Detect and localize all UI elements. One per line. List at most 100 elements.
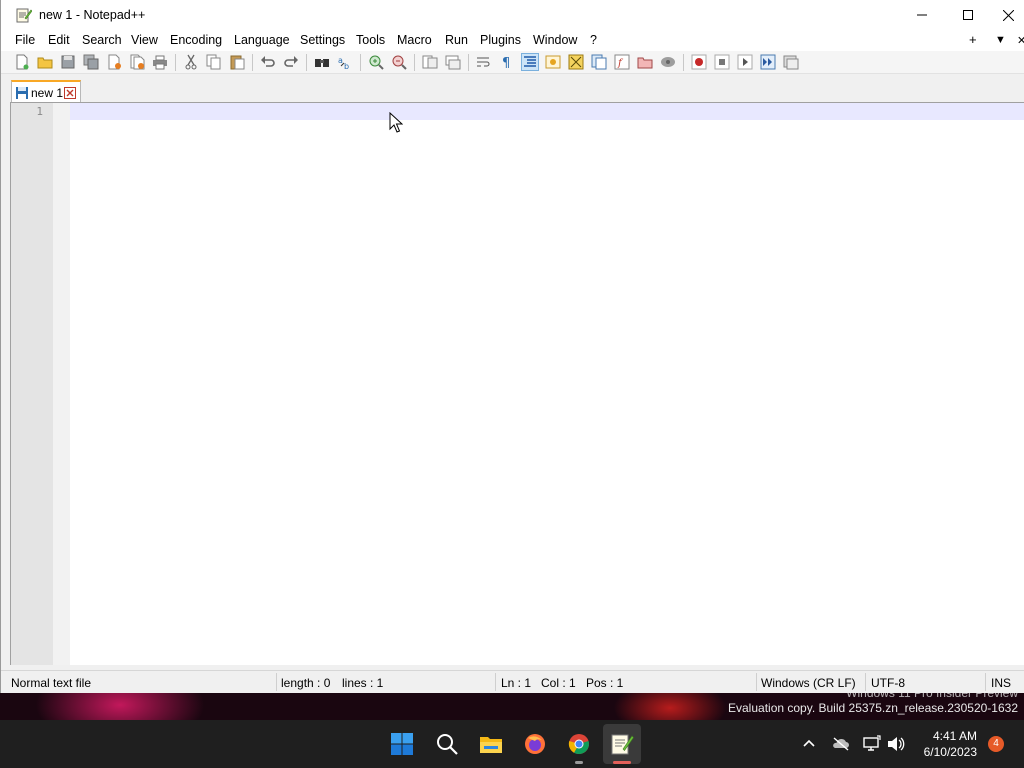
new-tab-plus-icon[interactable]: + (969, 32, 977, 47)
minimize-icon (917, 14, 927, 16)
undo-icon[interactable] (260, 54, 276, 70)
menu-plugins[interactable]: Plugins (480, 33, 521, 47)
notepadpp-taskbar-icon[interactable] (610, 732, 634, 756)
onedrive-offline-icon[interactable] (831, 734, 851, 754)
taskbar-clock[interactable]: 4:41 AM 6/10/2023 (924, 728, 977, 760)
redo-icon[interactable] (283, 54, 299, 70)
status-separator (985, 673, 986, 691)
line-number-gutter: 1 (11, 103, 70, 665)
status-file-type: Normal text file (11, 676, 92, 690)
close-window-button[interactable] (991, 0, 1024, 30)
menu-help[interactable]: ? (590, 33, 597, 47)
menu-settings[interactable]: Settings (300, 33, 345, 47)
playback-macro-icon[interactable] (737, 54, 753, 70)
network-icon[interactable] (862, 734, 882, 754)
menu-run[interactable]: Run (445, 33, 468, 47)
file-explorer-icon[interactable] (479, 732, 503, 756)
status-insert-mode[interactable]: INS (991, 676, 1011, 690)
minimize-button[interactable] (899, 0, 945, 30)
new-file-icon[interactable] (14, 54, 30, 70)
folder-as-workspace-icon[interactable] (637, 54, 653, 70)
menu-search[interactable]: Search (82, 33, 122, 47)
toolbar-separator (306, 54, 307, 71)
chrome-icon[interactable] (567, 732, 591, 756)
close-tab-x-icon[interactable]: ✕ (1017, 34, 1024, 47)
status-separator (756, 673, 757, 691)
paste-icon[interactable] (229, 54, 245, 70)
menu-view[interactable]: View (131, 33, 158, 47)
watermark-build: Evaluation copy. Build 25375.zn_release.… (728, 701, 1018, 715)
zoom-out-icon[interactable] (391, 54, 407, 70)
sync-vertical-icon[interactable] (422, 54, 438, 70)
status-bar: Normal text file length : 0 lines : 1 Ln… (1, 670, 1024, 693)
save-all-icon[interactable] (83, 54, 99, 70)
search-icon[interactable] (435, 732, 459, 756)
chevron-up-icon[interactable] (799, 734, 819, 754)
monitoring-icon[interactable] (660, 54, 676, 70)
start-windows-icon[interactable] (390, 732, 414, 756)
toolbar-separator (683, 54, 684, 71)
menu-file[interactable]: File (15, 33, 35, 47)
svg-text:¶: ¶ (502, 56, 510, 70)
menu-edit[interactable]: Edit (48, 33, 70, 47)
run-macro-multiple-icon[interactable] (760, 54, 776, 70)
tab-label: new 1 (31, 86, 64, 100)
unsaved-file-icon (16, 87, 28, 99)
menu-window[interactable]: Window (533, 33, 577, 47)
maximize-button[interactable] (945, 0, 991, 30)
status-ln: Ln : 1 (501, 676, 532, 690)
status-separator (276, 673, 277, 691)
show-all-characters-icon[interactable]: ¶ (499, 54, 515, 70)
menu-macro[interactable]: Macro (397, 33, 432, 47)
window-title: new 1 - Notepad++ (39, 8, 146, 22)
copy-icon[interactable] (206, 54, 222, 70)
save-icon[interactable] (60, 54, 76, 70)
mouse-cursor-icon (389, 112, 403, 133)
cut-icon[interactable] (183, 54, 199, 70)
tab-new-1[interactable]: new 1 (11, 80, 81, 102)
save-macro-icon[interactable] (783, 54, 799, 70)
notepadpp-window: new 1 - Notepad++ File Edit Search View … (0, 0, 1024, 693)
chrome-running-indicator (575, 761, 583, 764)
zoom-in-icon[interactable] (368, 54, 384, 70)
status-encoding[interactable]: UTF-8 (871, 676, 905, 690)
indent-guide-icon[interactable] (521, 53, 539, 71)
toolbar-separator (252, 54, 253, 71)
menu-tools[interactable]: Tools (356, 33, 385, 47)
open-file-icon[interactable] (37, 54, 53, 70)
sync-horizontal-icon[interactable] (445, 54, 461, 70)
record-macro-icon[interactable] (691, 54, 707, 70)
print-icon[interactable] (152, 54, 168, 70)
tab-bar: new 1 (1, 76, 1024, 102)
firefox-icon[interactable] (523, 732, 547, 756)
menu-language[interactable]: Language (234, 33, 290, 47)
tab-close-icon[interactable] (64, 87, 76, 99)
toolbar-separator (414, 54, 415, 71)
notepadpp-app-icon (16, 8, 32, 23)
editor-area[interactable]: 1 (10, 102, 1024, 665)
status-col: Col : 1 (541, 676, 576, 690)
clock-date: 6/10/2023 (923, 745, 977, 759)
stop-recording-icon[interactable] (714, 54, 730, 70)
document-list-icon[interactable] (591, 54, 607, 70)
line-number: 1 (36, 105, 43, 118)
status-separator (865, 673, 866, 691)
svg-text:a: a (338, 56, 343, 65)
tab-list-dropdown-icon[interactable]: ▼ (995, 34, 1006, 46)
notification-badge[interactable]: 4 (988, 736, 1004, 752)
close-file-icon[interactable] (106, 54, 122, 70)
word-wrap-icon[interactable] (476, 54, 492, 70)
volume-icon[interactable] (886, 734, 906, 754)
replace-icon[interactable]: ab (337, 54, 353, 70)
find-icon[interactable] (314, 54, 330, 70)
document-map-icon[interactable] (568, 54, 584, 70)
close-all-icon[interactable] (129, 54, 145, 70)
function-list-icon[interactable]: f (614, 54, 630, 70)
status-eol[interactable]: Windows (CR LF) (761, 676, 856, 690)
status-pos: Pos : 1 (586, 676, 624, 690)
notepadpp-active-indicator (613, 761, 631, 764)
toolbar-separator (468, 54, 469, 71)
title-bar[interactable]: new 1 - Notepad++ (1, 0, 1024, 30)
user-defined-language-icon[interactable] (545, 54, 561, 70)
menu-encoding[interactable]: Encoding (170, 33, 222, 47)
